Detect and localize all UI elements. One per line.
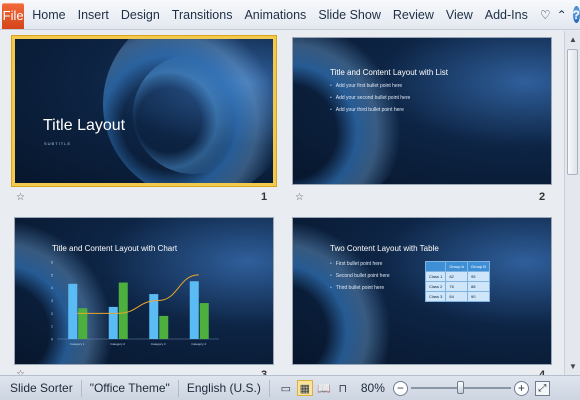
table-header-cell: Group A <box>445 261 469 272</box>
tab-review[interactable]: Review <box>387 8 440 22</box>
tab-add-ins[interactable]: Add-Ins <box>479 8 534 22</box>
chevron-up-icon[interactable]: ⌃ <box>557 8 567 22</box>
y-tick-label: 6 <box>51 261 53 265</box>
scroll-up-icon[interactable]: ▲ <box>566 32 580 46</box>
x-tick-label: Category 3 <box>151 342 166 346</box>
y-tick-label: 2 <box>51 312 53 316</box>
tab-insert[interactable]: Insert <box>72 8 115 22</box>
bullet-item: Add your third bullet point here <box>330 107 404 113</box>
swirl-decoration <box>293 218 403 364</box>
table-cell: 88 <box>467 281 490 292</box>
chart-bar <box>189 281 199 339</box>
heart-icon[interactable]: ♡ <box>540 8 551 22</box>
tab-design[interactable]: Design <box>115 8 166 22</box>
tab-animations[interactable]: Animations <box>238 8 312 22</box>
status-bar: Slide Sorter "Office Theme" English (U.S… <box>0 375 580 400</box>
slide-sorter-view-icon[interactable]: ▦ <box>296 380 313 396</box>
chart-bar <box>199 303 209 339</box>
bullet-item: Second bullet point here <box>330 273 390 279</box>
ribbon-tab-bar: File Home Insert Design Transitions Anim… <box>0 0 580 30</box>
tab-view[interactable]: View <box>440 8 479 22</box>
bullet-item: Add your second bullet point here <box>330 95 411 101</box>
bullet-item: Add your first bullet point here <box>330 83 402 89</box>
chart-bar <box>108 306 118 339</box>
transition-icon: ☆ <box>295 192 304 203</box>
table-cell: 84 <box>445 291 469 302</box>
slide-thumbnail-1[interactable]: Title Layout SUBTITLE <box>12 36 276 186</box>
chart-bar <box>159 315 169 339</box>
x-tick-label: Category 2 <box>110 342 125 346</box>
swirl-decoration <box>133 54 253 174</box>
table-row: Class 3 84 90 <box>424 291 490 302</box>
slide-thumbnail-3[interactable]: Title and Content Layout with Chart 0 1 2 3… <box>14 217 274 365</box>
normal-view-icon[interactable]: ▭ <box>278 380 294 396</box>
y-tick-label: 1 <box>51 325 53 329</box>
slide-number: 1 <box>261 191 268 203</box>
x-tick-label: Category 1 <box>70 342 85 346</box>
scrollbar-thumb[interactable] <box>567 49 578 175</box>
chart-bar <box>118 282 128 339</box>
x-tick-label: Category 4 <box>191 342 206 346</box>
slide-thumbnail-4[interactable]: Two Content Layout with Table First bull… <box>292 217 552 365</box>
table-header-cell: Group B <box>467 261 490 272</box>
tab-transitions[interactable]: Transitions <box>166 8 239 22</box>
y-tick-label: 4 <box>51 286 53 290</box>
slide-table: Group A Group B Class 1 82 95 Class 2 76… <box>424 261 490 302</box>
chart-bar <box>78 308 88 339</box>
table-cell: Class 2 <box>424 281 447 292</box>
zoom-in-icon[interactable]: + <box>513 380 529 396</box>
view-indicator: Slide Sorter <box>0 379 82 397</box>
table-cell: 76 <box>445 281 469 292</box>
scroll-down-icon[interactable]: ▼ <box>566 359 580 373</box>
table-cell: Class 3 <box>424 291 447 302</box>
tab-home[interactable]: Home <box>24 8 71 22</box>
vertical-scrollbar[interactable]: ▲ ▼ <box>564 31 580 375</box>
file-tab[interactable]: File <box>2 2 25 29</box>
zoom-slider-thumb[interactable] <box>456 381 464 394</box>
zoom-slider[interactable] <box>410 381 511 394</box>
chart-trend-line <box>77 274 199 314</box>
chart-bar <box>68 283 78 339</box>
slide-chart: 0 1 2 3 4 5 6 Category 1 Category 2 Category 3 Cat… <box>51 261 219 346</box>
slide-title: Title and Content Layout with List <box>330 68 448 77</box>
tab-slide-show[interactable]: Slide Show <box>312 8 387 22</box>
y-tick-label: 3 <box>51 299 53 303</box>
slide-number: 2 <box>539 191 546 203</box>
table-cell: 82 <box>445 271 469 282</box>
help-icon[interactable]: ? <box>572 6 580 23</box>
table-cell: Class 1 <box>424 271 447 282</box>
slide-subtitle: SUBTITLE <box>44 141 72 146</box>
zoom-level[interactable]: 80% <box>361 381 393 395</box>
slide-title: Title Layout <box>43 117 126 134</box>
slide-thumbnail-2[interactable]: Title and Content Layout with List Add y… <box>292 37 552 185</box>
table-row: Class 1 82 95 <box>424 271 490 282</box>
bullet-item: Third bullet point here <box>330 285 384 291</box>
slide-show-view-icon[interactable]: ⊓ <box>335 380 351 396</box>
reading-view-icon[interactable]: 📖 <box>316 380 332 396</box>
table-row: Class 2 76 88 <box>424 281 490 292</box>
zoom-out-icon[interactable]: − <box>392 380 408 396</box>
theme-indicator[interactable]: "Office Theme" <box>82 379 179 397</box>
bullet-item: First bullet point here <box>330 261 383 267</box>
slide-title: Two Content Layout with Table <box>330 244 439 253</box>
table-header-row: Group A Group B <box>424 261 490 272</box>
table-cell: 95 <box>467 271 490 282</box>
y-tick-label: 5 <box>51 273 53 277</box>
table-cell: 90 <box>467 291 490 302</box>
table-header-cell <box>424 261 447 272</box>
y-tick-label: 0 <box>51 338 53 342</box>
slide-title: Title and Content Layout with Chart <box>52 244 178 253</box>
slide-sorter-pane: Title Layout SUBTITLE ☆ 1 Title and Cont… <box>0 31 564 375</box>
language-indicator[interactable]: English (U.S.) <box>179 379 270 397</box>
fit-to-window-icon[interactable]: ⤢ <box>534 380 550 396</box>
transition-icon: ☆ <box>16 192 25 203</box>
